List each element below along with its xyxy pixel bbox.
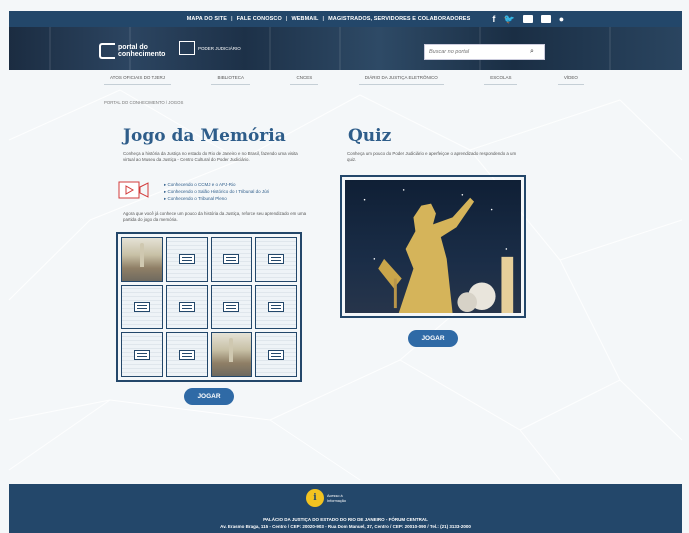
instagram-icon[interactable] <box>522 15 533 23</box>
top-link-staff[interactable]: MAGISTRADOS, SERVIDORES E COLABORADORES <box>328 16 470 22</box>
separator: | <box>322 16 325 22</box>
nav-item-diario[interactable]: DIÁRIO DA JUSTIÇA ELETRÔNICO <box>358 71 444 85</box>
footer: i Acesso à Informação PALÁCIO DA JUSTIÇA… <box>9 484 682 533</box>
youtube-icon[interactable] <box>540 15 551 23</box>
portal-logo-text: portal do conhecimento <box>118 44 166 58</box>
facebook-icon[interactable]: f <box>492 14 495 24</box>
memory-play-button[interactable]: JOGAR <box>184 388 234 405</box>
card-back-icon <box>268 349 285 360</box>
video-link-label: Conhecendo o CCMJ e o APJ-Rio <box>167 182 236 187</box>
memory-card[interactable] <box>210 284 253 330</box>
nav-item-escolas[interactable]: ESCOLAS <box>484 71 518 85</box>
memory-card[interactable] <box>255 237 297 282</box>
quiz-image <box>340 175 526 318</box>
tjerj-logo[interactable]: PODER JUDICIÁRIO <box>179 41 241 55</box>
memory-board <box>116 232 302 382</box>
social-links: f 🐦 ● <box>492 14 565 24</box>
video-icon <box>118 181 149 199</box>
card-back-icon <box>268 301 285 312</box>
card-back-icon <box>223 254 240 265</box>
tjerj-logo-text: PODER JUDICIÁRIO <box>198 45 241 51</box>
memory-card[interactable] <box>121 237 163 282</box>
quiz-title: Quiz <box>348 126 392 146</box>
separator: | <box>231 16 233 22</box>
portal-logo-icon <box>99 43 115 59</box>
memory-card[interactable] <box>165 284 208 330</box>
quiz-description: Conheça um pouco do Poder Judiciário e a… <box>347 151 517 162</box>
portal-logo[interactable]: portal do conhecimento <box>99 41 166 61</box>
memory-card[interactable] <box>121 332 163 377</box>
nav-item-cnces[interactable]: CNCES <box>290 71 319 85</box>
video-link-salao[interactable]: ▸ Conhecendo o Salão Histórico do I Trib… <box>164 188 269 195</box>
memory-card[interactable] <box>121 284 163 330</box>
search-icon[interactable]: ⌕ <box>530 48 534 56</box>
search-box: ⌕ <box>424 44 545 60</box>
quiz-play-button[interactable]: JOGAR <box>408 330 458 347</box>
twitter-icon[interactable]: 🐦 <box>503 14 514 24</box>
justice-statue-illustration <box>363 189 514 313</box>
top-link-sitemap[interactable]: MAPA DO SITE <box>187 16 227 22</box>
nav-item-video[interactable]: VÍDEO <box>557 71 584 85</box>
card-back-icon <box>133 301 150 312</box>
card-back-icon <box>268 254 285 265</box>
card-back-icon <box>178 254 195 265</box>
main-nav: ATOS OFICIAIS DO TJERJ BIBLIOTECA CNCES … <box>104 71 584 85</box>
info-access-label[interactable]: Acesso à Informação <box>327 494 357 503</box>
card-back-icon <box>133 349 150 360</box>
card-back-icon <box>178 301 195 312</box>
video-link-pleno[interactable]: ▸ Conhecendo o Tribunal Pleno <box>164 195 269 202</box>
search-input[interactable] <box>425 49 530 55</box>
memory-description: Conheça a história da Justiça no estado … <box>123 151 298 162</box>
video-link-label: Conhecendo o Salão Histórico do I Tribun… <box>167 189 270 194</box>
memory-card[interactable] <box>255 332 297 377</box>
memory-title: Jogo da Memória <box>123 126 286 146</box>
memory-card[interactable] <box>255 284 297 330</box>
footer-address: Av. Erasmo Braga, 115 - Centro / CEP: 20… <box>220 524 471 529</box>
separator: | <box>285 16 288 22</box>
nav-item-biblioteca[interactable]: BIBLIOTECA <box>211 71 250 85</box>
memory-card[interactable] <box>210 237 253 282</box>
memory-card[interactable] <box>210 332 253 377</box>
top-link-webmail[interactable]: WEBMAIL <box>291 16 318 22</box>
top-links: MAPA DO SITE | FALE CONOSCO | WEBMAIL | … <box>187 16 471 22</box>
memory-prompt: Agora que você já conhece um pouco da hi… <box>123 211 307 222</box>
top-link-contact[interactable]: FALE CONOSCO <box>237 16 282 22</box>
card-back-icon <box>223 301 240 312</box>
header-banner: portal do conhecimento PODER JUDICIÁRIO <box>9 27 682 70</box>
footer-address-title: PALÁCIO DA JUSTIÇA DO ESTADO DO RIO DE J… <box>263 517 428 522</box>
tjerj-logo-icon <box>179 41 195 55</box>
memory-card[interactable] <box>165 237 208 282</box>
flickr-icon[interactable]: ● <box>559 14 565 24</box>
card-back-icon <box>178 349 195 360</box>
video-links: ▸ Conhecendo o CCMJ e o APJ-Rio ▸ Conhec… <box>164 181 269 202</box>
video-link-label: Conhecendo o Tribunal Pleno <box>167 196 227 201</box>
nav-item-atos[interactable]: ATOS OFICIAIS DO TJERJ <box>104 71 172 85</box>
memory-card[interactable] <box>165 332 208 377</box>
top-bar: MAPA DO SITE | FALE CONOSCO | WEBMAIL | … <box>9 11 682 27</box>
info-access-icon[interactable]: i <box>306 489 324 507</box>
breadcrumb: PORTAL DO CONHECIMENTO / JOGOS <box>104 100 184 105</box>
video-link-ccmj[interactable]: ▸ Conhecendo o CCMJ e o APJ-Rio <box>164 181 269 188</box>
